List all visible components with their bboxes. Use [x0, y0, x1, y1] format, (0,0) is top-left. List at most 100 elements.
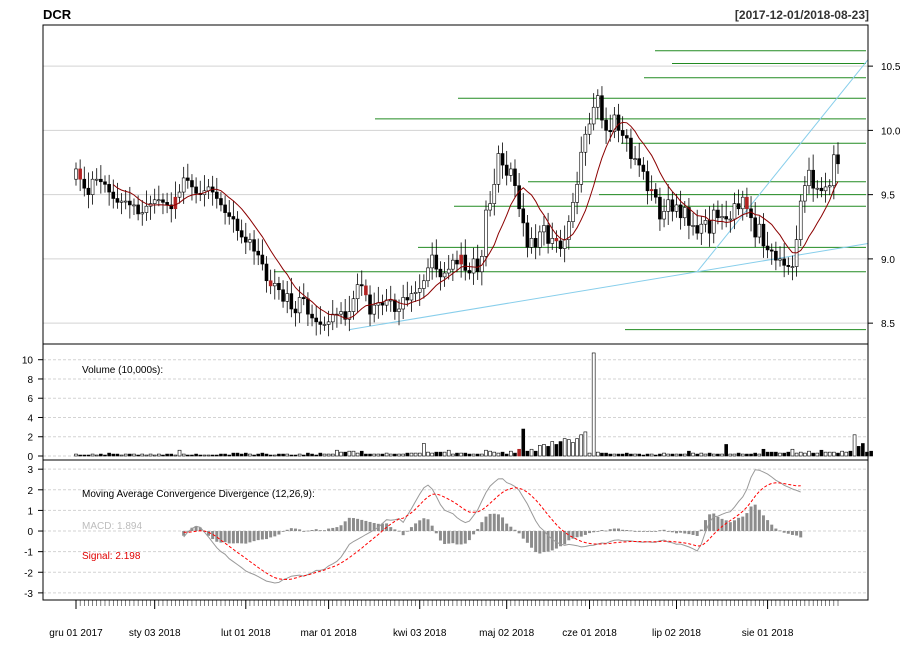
macd-histogram-bar: [356, 518, 360, 532]
volume-bar: [231, 452, 236, 457]
candle-body: [815, 187, 820, 190]
volume-y-tick-label: 4: [27, 413, 33, 424]
candle-body: [252, 239, 256, 252]
candle-body: [637, 158, 642, 166]
macd-y-tick-label: -3: [24, 589, 33, 600]
macd-histogram-bar: [455, 531, 459, 545]
macd-histogram-bar: [683, 531, 687, 534]
volume-bar: [459, 452, 463, 457]
volume-bar: [177, 449, 182, 457]
candle-body: [339, 311, 343, 315]
volume-bar: [119, 454, 124, 457]
chart-window: DCR [2017-12-01/2018-08-23] 8.5 9.0 9.5 10.…: [0, 0, 909, 644]
macd-histogram-bar: [472, 531, 476, 535]
candle-body: [359, 284, 364, 287]
macd-histogram-bar: [302, 531, 306, 532]
macd-histogram-bar: [563, 531, 567, 545]
volume-bar: [612, 453, 617, 457]
volume-bar: [620, 453, 625, 457]
volume-bar: [252, 454, 256, 457]
volume-bar: [285, 453, 289, 457]
volume-bar: [682, 453, 687, 457]
price-y-tick-label: 8.5: [881, 319, 895, 330]
volume-bar: [132, 453, 136, 457]
volume-bar: [393, 453, 397, 457]
candle-body: [633, 158, 637, 160]
candle-body: [600, 95, 604, 121]
candle-body: [351, 298, 356, 312]
volume-bar: [658, 453, 662, 457]
macd-y-tick-label: 2: [27, 486, 33, 497]
candle-body: [355, 284, 360, 300]
candle-body: [691, 225, 695, 227]
volume-bar: [417, 452, 422, 457]
volume-bar: [745, 453, 749, 457]
candle-body: [190, 180, 194, 188]
macd-histogram-bar: [405, 530, 409, 532]
volume-bar: [488, 450, 492, 457]
volume-bar: [322, 453, 327, 457]
volume-bar: [707, 452, 712, 457]
macd-histogram-bar: [501, 517, 505, 532]
volume-bar: [558, 441, 563, 457]
chart-canvas: DCR [2017-12-01/2018-08-23] 8.5 9.0 9.5 10.…: [22, 7, 901, 639]
macd-histogram-bar: [434, 531, 438, 534]
volume-bar: [326, 453, 331, 457]
macd-histogram-bar: [728, 522, 732, 532]
volume-bar: [832, 451, 836, 457]
x-tick-label: sty 03 2018: [129, 628, 181, 639]
volume-bar: [616, 453, 621, 457]
candle-body: [521, 208, 526, 224]
macd-value-label: MACD: 1.894: [82, 521, 142, 532]
volume-bar: [202, 454, 207, 457]
volume-bar: [359, 450, 364, 457]
volume-bar: [637, 453, 642, 457]
volume-bar: [513, 452, 517, 457]
macd-histogram-bar: [339, 525, 343, 532]
volume-bar: [757, 453, 762, 457]
volume-bar: [90, 453, 95, 457]
macd-histogram-bar: [492, 513, 496, 532]
price-y-tick-label: 10.5: [881, 62, 901, 73]
candle-body: [711, 209, 716, 234]
macd-histogram-bar: [737, 517, 741, 532]
volume-bar: [807, 450, 811, 457]
volume-bar: [509, 450, 513, 457]
volume-bar: [732, 453, 737, 457]
macd-histogram-bar: [397, 530, 401, 532]
candle-body: [215, 191, 219, 199]
candle-body: [732, 203, 737, 220]
macd-histogram-bar: [666, 531, 670, 532]
volume-bar: [794, 452, 799, 457]
macd-histogram-bar: [347, 517, 351, 532]
candle-body: [388, 299, 393, 302]
candle-body: [790, 266, 795, 268]
price-y-tick-label: 9.0: [881, 255, 895, 266]
volume-bar: [538, 445, 542, 457]
candle-body: [463, 254, 468, 271]
volume-bar: [289, 454, 294, 457]
volume-bar: [625, 452, 629, 457]
candle-body: [803, 185, 807, 202]
x-tick-label: gru 01 2017: [49, 628, 103, 639]
volume-bar: [277, 453, 281, 457]
volume-bar: [521, 428, 526, 457]
candle-body: [504, 164, 509, 176]
volume-y-tick-label: 6: [27, 394, 33, 405]
x-axis: gru 01 2017 sty 03 2018 lut 01 2018 mar 01 …: [49, 599, 839, 639]
macd-histogram-bar: [215, 531, 219, 542]
chart-symbol: DCR: [43, 7, 72, 22]
candle-body: [620, 130, 625, 136]
candle-body: [161, 199, 165, 203]
macd-histogram-bar: [745, 513, 749, 532]
macd-histogram-bar: [240, 531, 244, 544]
macd-histogram-bar: [662, 529, 666, 532]
candle-body: [181, 177, 186, 193]
volume-panel: 0 2 4 6 8 10: [22, 343, 873, 463]
x-tick-label: lip 02 2018: [652, 628, 701, 639]
candle-body: [123, 200, 128, 203]
candle-body: [173, 196, 178, 210]
volume-bar: [699, 452, 704, 457]
volume-bar: [310, 453, 314, 457]
macd-histogram-bar: [600, 530, 604, 532]
